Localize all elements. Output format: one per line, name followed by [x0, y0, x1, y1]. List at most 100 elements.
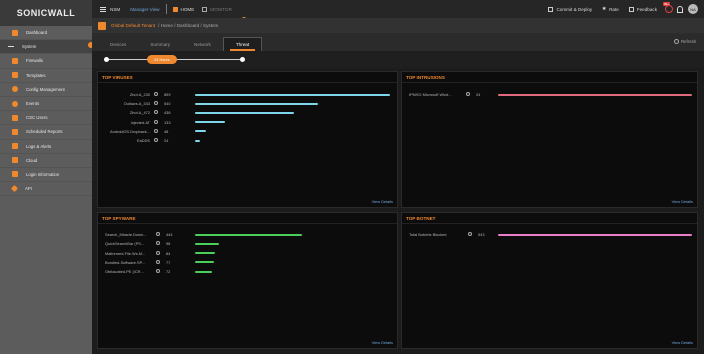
sidebar-item-cloud[interactable]: Cloud — [0, 154, 92, 168]
avatar[interactable]: NA — [688, 4, 698, 14]
sidebar-item-config-management[interactable]: Config Management — [0, 83, 92, 97]
sidebar-item-label: Events — [26, 101, 40, 107]
sidebar-item-label: Logs & Alerts — [26, 143, 52, 149]
breadcrumb-path[interactable]: / Home / Dashboard / System — [158, 23, 218, 28]
threat-name[interactable]: Malformed-File.Ws.M... — [105, 251, 153, 256]
tab-summary[interactable]: Summary — [138, 37, 182, 51]
divider — [165, 4, 167, 14]
threat-name[interactable]: IPMSG Microsoft Wind... — [409, 92, 469, 97]
threat-row: Injected.AT 133 — [98, 119, 397, 125]
slider-end-handle[interactable] — [240, 57, 245, 62]
threat-name[interactable]: Zbot.A_230 — [98, 92, 150, 97]
sidebar-item-login-information[interactable]: Login Information — [0, 168, 92, 183]
search-icon[interactable] — [154, 138, 158, 142]
threat-bar — [195, 130, 206, 133]
bell-icon[interactable] — [677, 5, 683, 13]
threat-row: Total Botnets Blocked 543 — [402, 232, 697, 237]
monitor-icon — [202, 6, 208, 12]
panel-top-botnet: TOP BOTNET Total Botnets Blocked 543 View D… — [401, 212, 698, 349]
sidebar-item-scheduled-reports[interactable]: Scheduled Reports — [0, 125, 92, 140]
search-icon[interactable] — [154, 110, 158, 115]
notification-icon[interactable]: 99+ — [663, 2, 673, 13]
search-icon[interactable] — [156, 250, 160, 255]
commit-label: Commit & Deploy — [556, 6, 593, 12]
sidebar-item-dashboard[interactable]: Dashboard — [0, 26, 92, 41]
threat-row: Malformed-File.Ws.M... 84 — [98, 250, 397, 256]
search-icon[interactable] — [156, 232, 160, 236]
search-icon[interactable] — [154, 92, 158, 96]
sidebar-item-events[interactable]: Events — [0, 97, 92, 112]
login-icon — [12, 171, 18, 178]
threat-name[interactable]: Obfuscated-PE (ICR... — [105, 269, 153, 274]
sidebar-item-logs-alerts[interactable]: Logs & Alerts — [0, 140, 92, 154]
threat-count: 540 — [164, 101, 171, 107]
sidebar-item-system[interactable]: System — [0, 40, 92, 55]
threat-name[interactable]: Search_Miracle.Down... — [105, 232, 153, 237]
search-icon[interactable] — [154, 128, 158, 133]
sidebar-item-firewalls[interactable]: Firewalls — [0, 54, 92, 69]
feedback-icon — [628, 6, 634, 12]
sidebar-item-label: Dashboard — [26, 30, 48, 36]
search-icon[interactable] — [154, 101, 158, 106]
menu-icon — [100, 6, 106, 12]
view-details-link[interactable]: View Details — [372, 340, 393, 345]
sidebar-item-api[interactable]: API — [0, 182, 92, 197]
panel-header-divider — [402, 82, 697, 83]
search-icon[interactable] — [156, 259, 160, 264]
search-icon[interactable] — [466, 92, 470, 96]
monitor-label: MONITOR — [210, 6, 232, 12]
search-icon[interactable] — [156, 269, 160, 274]
nsm-menu[interactable]: NSM — [100, 6, 121, 12]
tab-devices[interactable]: Devices — [98, 37, 138, 51]
threat-name[interactable]: Zbot.A_472 — [98, 110, 150, 115]
search-icon[interactable] — [156, 241, 160, 246]
time-range-slider: 24 Hours — [92, 51, 704, 68]
home-link[interactable]: HOME — [172, 6, 194, 12]
threat-name[interactable]: Bundled-Software.SP... — [105, 260, 153, 265]
feedback-button[interactable]: Feedback — [628, 6, 657, 12]
panel-header-divider — [402, 223, 697, 224]
tab-threat[interactable]: Threat — [222, 37, 263, 51]
threat-name[interactable]: Outlaws.A_343 — [98, 101, 150, 106]
threat-name[interactable]: Injected.AT — [98, 120, 150, 125]
refresh-icon — [673, 39, 679, 44]
threat-row: Zbot.A_472 438 — [98, 110, 397, 115]
tab-network[interactable]: Network — [182, 37, 223, 51]
monitor-link[interactable]: MONITOR — [202, 6, 232, 12]
sidebar-item-label: Templates — [26, 72, 46, 78]
sidebar-item-templates[interactable]: Templates — [0, 69, 92, 83]
threat-name[interactable]: Total Botnets Blocked — [409, 232, 471, 237]
rate-button[interactable]: ✱ Rate — [602, 6, 619, 12]
refresh-label: Refresh — [680, 39, 696, 44]
threat-bar — [498, 93, 692, 96]
slider-start-handle[interactable] — [104, 57, 109, 62]
tenant-icon — [98, 21, 106, 30]
threat-bar — [195, 139, 201, 142]
view-details-link[interactable]: View Details — [672, 199, 693, 204]
sidebar-item-label: API — [25, 186, 32, 192]
threat-count: 133 — [164, 119, 171, 125]
threat-name[interactable]: QuickSearchBar (PS... — [105, 241, 153, 246]
sidebar: SONICWALL Dashboard System Firewalls Tem… — [0, 0, 92, 354]
sidebar-item-label: CSC Users — [26, 115, 48, 121]
nsm-label: NSM — [110, 6, 121, 12]
refresh-button[interactable]: Refresh — [673, 39, 696, 44]
tenant-name[interactable]: Global Default Tenant — [111, 23, 155, 28]
threat-count: 543 — [478, 232, 485, 237]
commit-deploy-button[interactable]: Commit & Deploy — [548, 6, 593, 12]
search-icon[interactable] — [154, 119, 158, 124]
threat-count: 444 — [166, 232, 173, 237]
slider-value-pill[interactable]: 24 Hours — [147, 55, 177, 64]
threat-name[interactable]: EaDDS — [98, 138, 150, 143]
threat-count: 48 — [164, 128, 169, 134]
panel-header-divider — [98, 223, 397, 224]
search-icon[interactable] — [468, 232, 472, 236]
firewall-icon — [12, 57, 18, 64]
commit-icon — [548, 6, 554, 12]
reports-icon — [12, 128, 18, 135]
view-details-link[interactable]: View Details — [372, 199, 393, 204]
manager-view-link[interactable]: Manager View — [130, 7, 159, 12]
view-details-link[interactable]: View Details — [672, 340, 693, 345]
threat-name[interactable]: AndroidOS.Dropback... — [98, 129, 150, 134]
sidebar-item-csc-users[interactable]: CSC Users — [0, 111, 92, 126]
